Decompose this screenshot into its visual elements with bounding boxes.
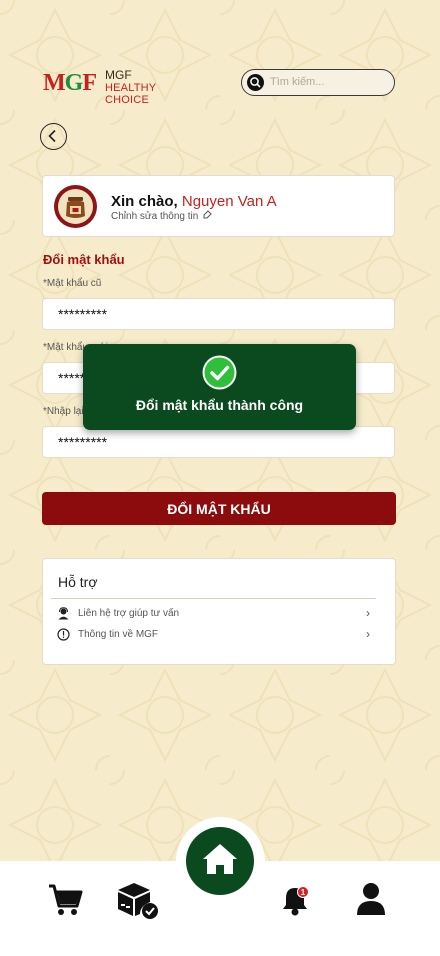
support-agent-icon: [58, 607, 69, 620]
logo-slogan: HEALTHY CHOICE: [105, 82, 157, 106]
section-title: Đổi mật khẩu: [43, 252, 125, 267]
edit-profile-label: Chỉnh sửa thông tin: [111, 211, 199, 222]
search-input[interactable]: [270, 73, 388, 91]
check-circle-icon: [202, 355, 237, 390]
home-icon: [203, 844, 237, 874]
search-bar[interactable]: [241, 69, 395, 96]
logo-mark: MGF: [43, 70, 97, 96]
chevron-right-icon: ›: [366, 627, 370, 641]
search-icon[interactable]: [247, 74, 264, 91]
support-item-label: Thông tin về MGF: [78, 629, 159, 640]
edit-profile-link[interactable]: Chỉnh sửa thông tin: [111, 210, 212, 222]
bell-icon[interactable]: 1: [280, 884, 312, 918]
logo-brand-text: MGF: [105, 68, 132, 82]
support-item-about[interactable]: Thông tin về MGF ›: [51, 626, 376, 644]
toast-message: Đổi mật khẩu thành công: [135, 397, 304, 413]
user-icon[interactable]: [356, 882, 386, 916]
change-password-button[interactable]: ĐỔI MẬT KHẨU: [42, 492, 396, 525]
chevron-left-icon: [48, 129, 56, 143]
greeting-text: Xin chào, Nguyen Van A: [111, 193, 277, 210]
user-name: Nguyen Van A: [181, 193, 277, 210]
old-password-label: *Mật khẩu cũ: [43, 278, 102, 289]
edit-icon: [203, 210, 212, 219]
support-item-contact[interactable]: Liên hệ trợ giúp tư vấn ›: [51, 605, 376, 623]
confirm-password-field[interactable]: [42, 426, 395, 458]
old-password-field[interactable]: [42, 298, 395, 330]
support-title: Hỗ trợ: [58, 574, 98, 590]
support-card: Hỗ trợ Liên hệ trợ giúp tư vấn › Thông t…: [42, 558, 396, 665]
success-toast: Đổi mật khẩu thành công: [83, 344, 356, 430]
cart-icon[interactable]: [47, 882, 83, 918]
support-divider: [51, 598, 376, 599]
chevron-right-icon: ›: [366, 606, 370, 620]
home-button[interactable]: [186, 827, 254, 895]
info-icon: [57, 628, 70, 641]
brand-logo[interactable]: MGF MGF HEALTHY CHOICE: [43, 66, 203, 106]
orders-icon[interactable]: [116, 880, 160, 920]
avatar[interactable]: [54, 185, 97, 228]
support-item-label: Liên hệ trợ giúp tư vấn: [78, 608, 180, 619]
back-button[interactable]: [40, 123, 67, 150]
profile-card: Xin chào, Nguyen Van A Chỉnh sửa thông t…: [42, 175, 395, 237]
greeting-label: Xin chào,: [111, 193, 178, 210]
notification-badge-count: 1: [301, 888, 306, 897]
